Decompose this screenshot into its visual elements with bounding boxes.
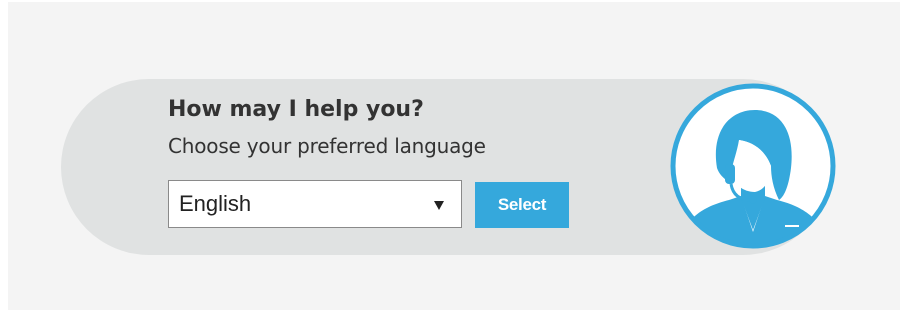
select-button[interactable]: Select <box>475 182 569 228</box>
support-agent-avatar <box>667 80 839 252</box>
support-agent-headset-icon <box>670 83 836 249</box>
language-prompt: Choose your preferred language <box>168 134 486 158</box>
language-select-value: English <box>179 191 252 216</box>
chevron-down-icon <box>434 201 444 210</box>
help-headline: How may I help you? <box>168 97 424 122</box>
language-select[interactable]: English <box>168 180 462 228</box>
